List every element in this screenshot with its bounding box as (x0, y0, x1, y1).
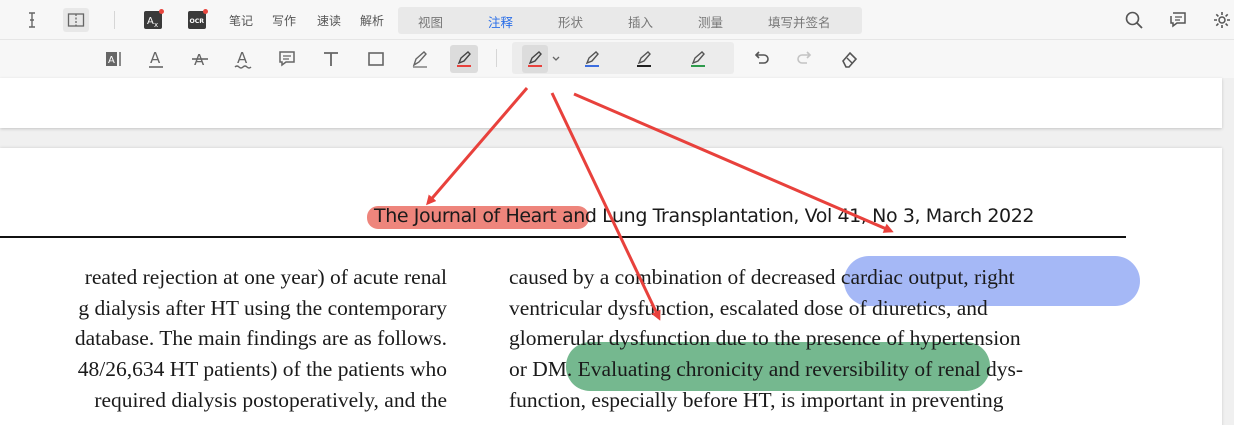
pen-green-icon[interactable] (684, 45, 712, 73)
svg-text:A: A (237, 49, 248, 67)
text-line: or DM. Evaluating chronicity and reversi… (509, 357, 1024, 382)
strikethrough-icon[interactable]: A (186, 45, 214, 73)
text-line: reated rejection at one year) of acute r… (84, 265, 447, 289)
note-icon[interactable] (273, 45, 301, 73)
pen-red-icon[interactable] (522, 45, 548, 73)
eraser-icon[interactable] (835, 45, 863, 73)
tab-fill-sign[interactable]: 填写并签名 (768, 12, 831, 31)
redo-icon[interactable] (791, 45, 819, 73)
pencil-icon[interactable] (406, 45, 434, 73)
tab-shape[interactable]: 形状 (558, 12, 583, 31)
annotation-toolbar: A A A A (0, 40, 1234, 78)
tab-view[interactable]: 视图 (418, 12, 443, 31)
search-icon[interactable] (1122, 8, 1146, 32)
pen-blue-icon[interactable] (578, 45, 606, 73)
chevron-down-icon[interactable] (548, 45, 564, 73)
pen-black-icon[interactable] (630, 45, 658, 73)
svg-text:x: x (154, 21, 158, 29)
text-line: caused by a combination of decreased car… (509, 265, 1015, 289)
text-line: ventricular dysfunction, escalated dose … (509, 295, 988, 320)
squiggly-underline-icon[interactable]: A (229, 45, 257, 73)
right-column: caused by a combination of decreased car… (509, 262, 1125, 416)
page-previous (0, 78, 1222, 128)
note-button[interactable]: 笔记 (229, 12, 253, 29)
header-rule (0, 236, 1126, 238)
svg-text:A: A (194, 51, 205, 69)
text-line: g dialysis after HT using the contempora… (78, 295, 447, 320)
text-box-icon[interactable]: A (100, 45, 128, 73)
settings-icon[interactable] (1210, 8, 1234, 32)
text-line: required dialysis postoperatively, and t… (94, 387, 447, 412)
text-line: 48/26,634 HT patients) of the patients w… (77, 357, 447, 382)
tab-insert[interactable]: 插入 (628, 12, 653, 31)
svg-text:A: A (108, 55, 115, 66)
speed-read-button[interactable]: 速读 (317, 12, 341, 29)
tab-measure[interactable]: 测量 (698, 12, 723, 31)
analyze-button[interactable]: 解析 (360, 12, 384, 29)
running-header: The Journal of Heart and Lung Transplant… (374, 205, 1035, 227)
write-button[interactable]: 写作 (272, 12, 296, 29)
svg-text:OCR: OCR (190, 18, 205, 25)
highlighter-icon[interactable] (450, 45, 478, 73)
undo-icon[interactable] (747, 45, 775, 73)
svg-text:A: A (147, 16, 154, 27)
svg-text:A: A (150, 49, 161, 67)
text-line: function, especially before HT, is impor… (509, 387, 1004, 412)
underline-icon[interactable]: A (142, 45, 170, 73)
text-line: database. The main findings are as follo… (74, 326, 447, 351)
rectangle-icon[interactable] (362, 45, 390, 73)
tab-annotate[interactable]: 注释 (488, 12, 513, 31)
top-toolbar: Ax OCR 笔记 写作 速读 解析 视图 注释 形状 插入 测量 填写并签名 (0, 0, 1234, 40)
comment-icon[interactable] (1166, 8, 1190, 32)
split-view-icon[interactable] (63, 8, 89, 32)
text-line: glomerular dysfunction due to the presen… (509, 326, 1021, 351)
text-cursor-icon[interactable] (20, 8, 44, 32)
text-icon[interactable] (317, 45, 345, 73)
left-column: reated rejection at one year) of acute r… (75, 262, 447, 416)
